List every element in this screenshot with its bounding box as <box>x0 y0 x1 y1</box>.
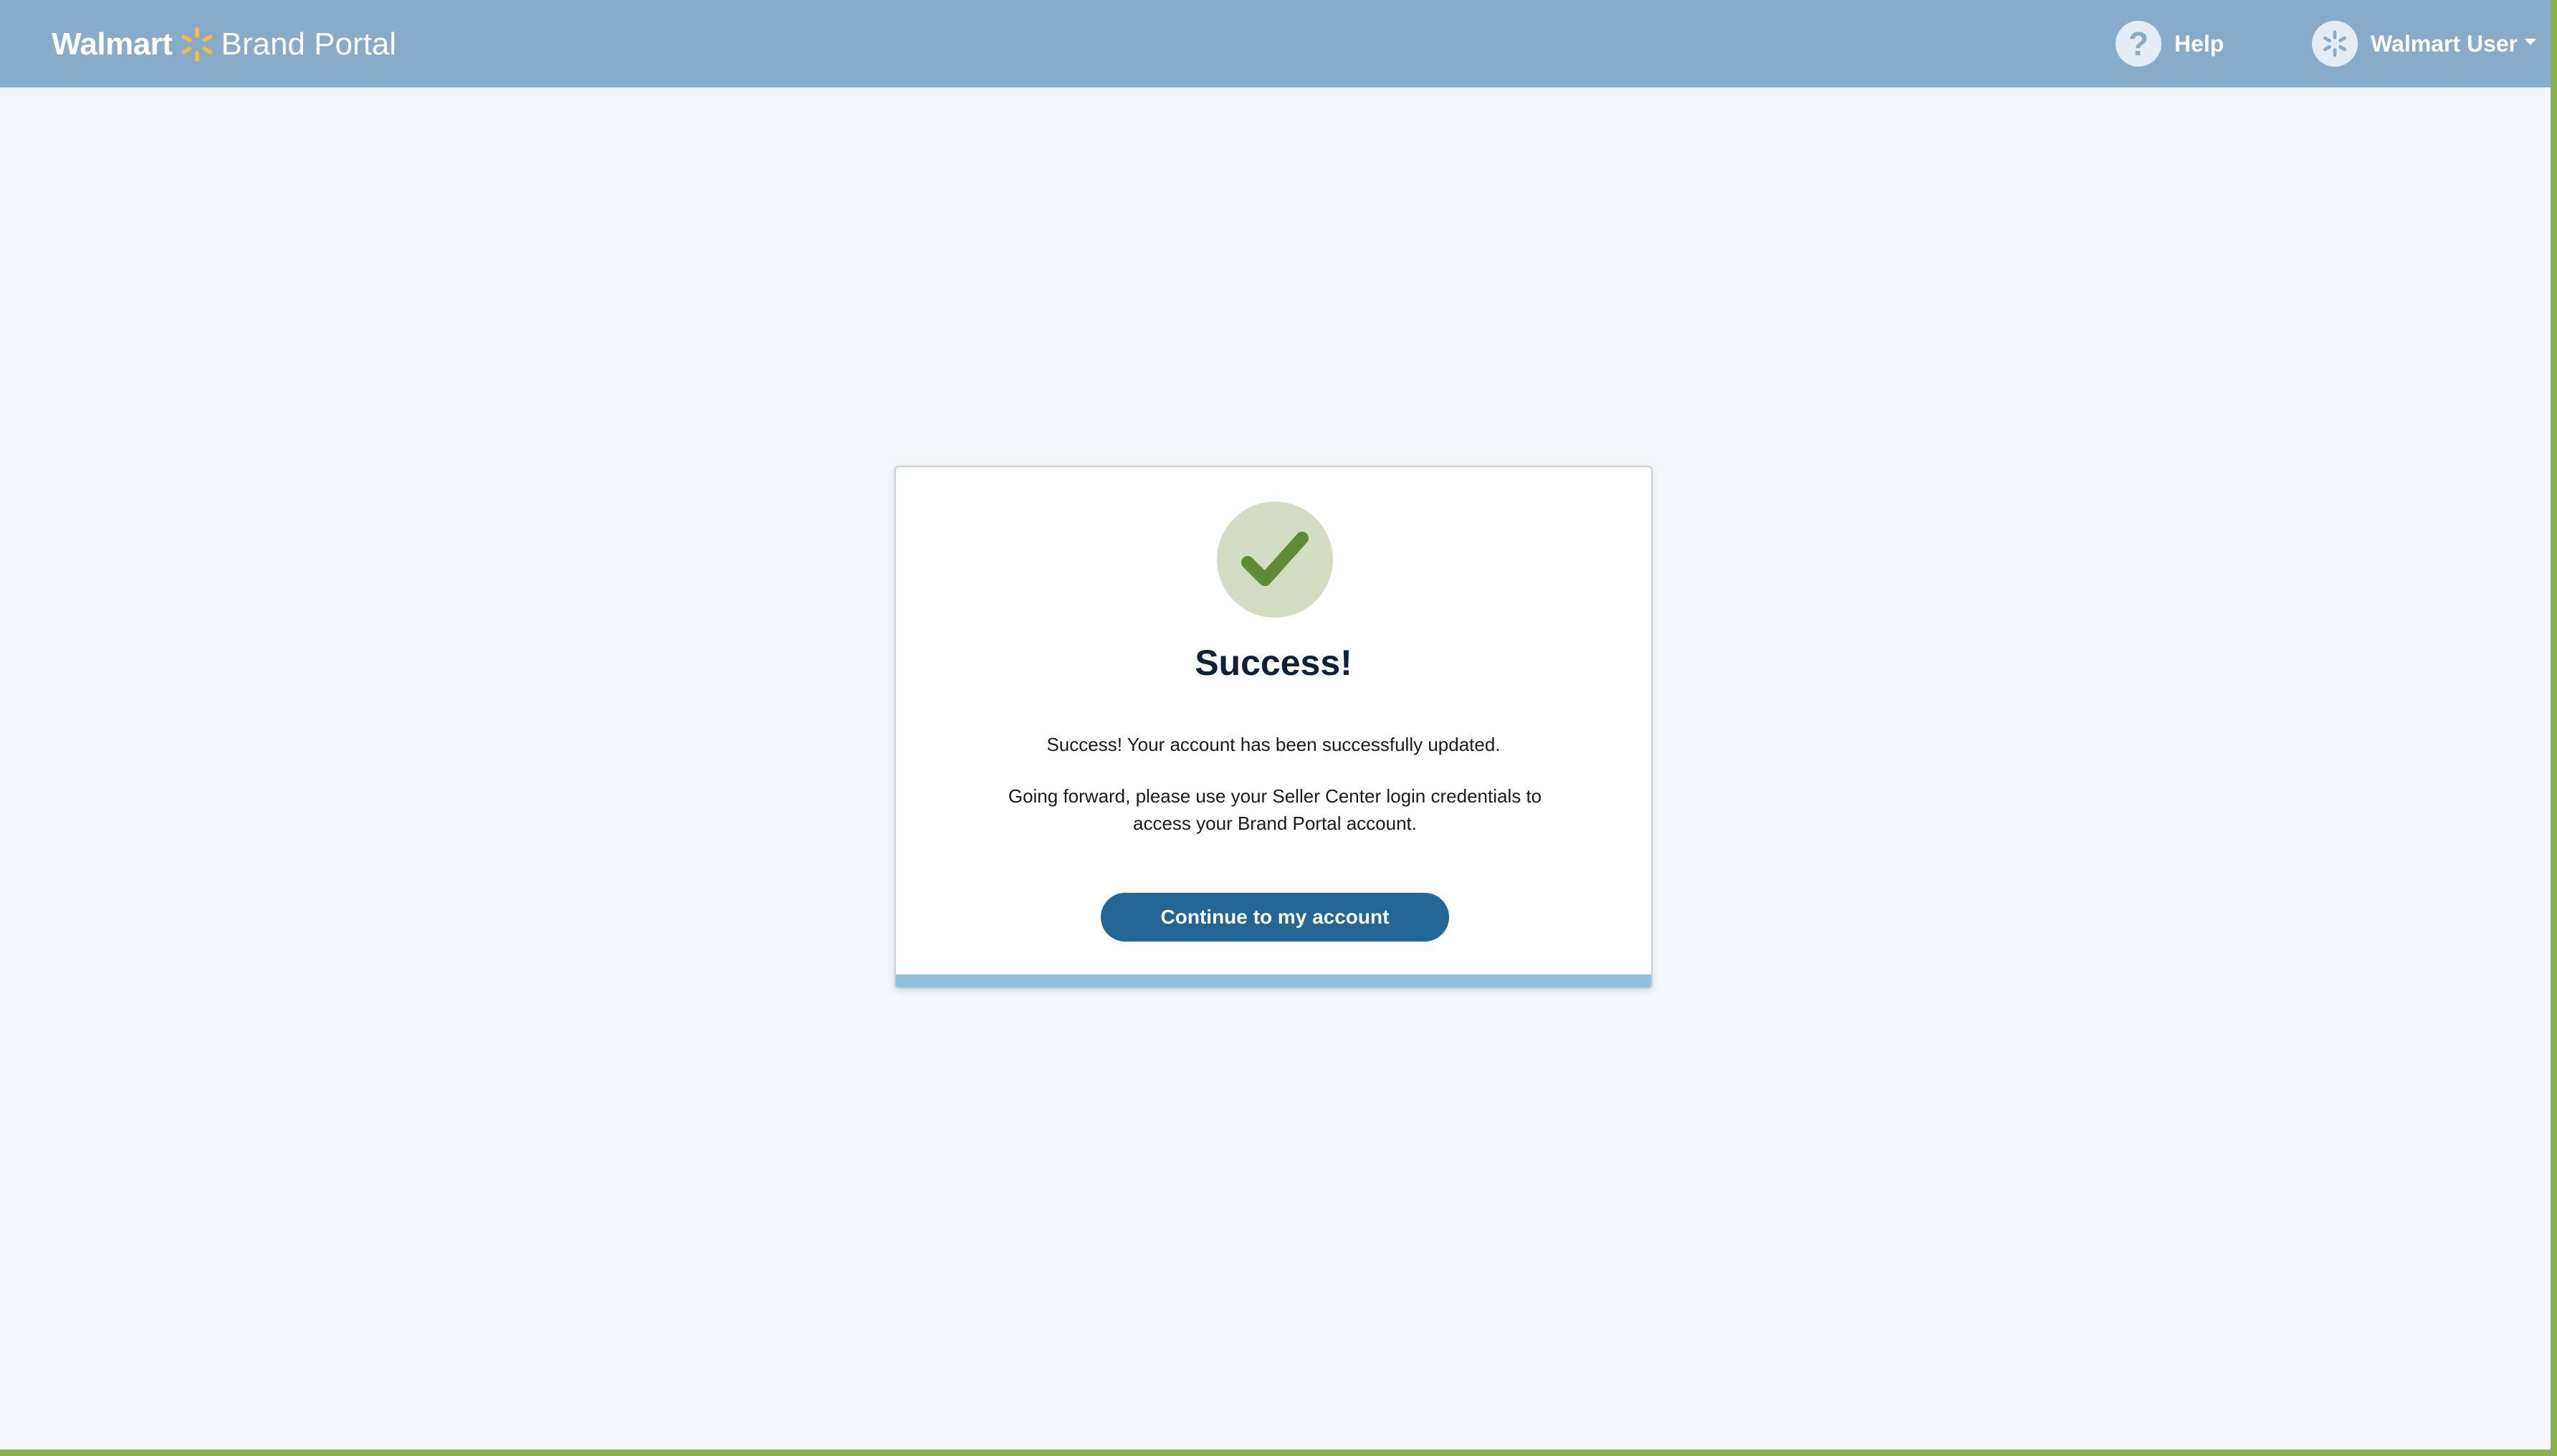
user-name: Walmart User <box>2371 30 2518 57</box>
avatar <box>2312 21 2358 67</box>
brand-product-name: Brand Portal <box>221 27 397 62</box>
user-menu[interactable]: Walmart User <box>2312 20 2537 67</box>
help-link[interactable]: ? Help <box>2116 20 2224 67</box>
question-mark-icon: ? <box>2116 21 2161 67</box>
success-message: Success! Your account has been successfu… <box>1046 734 1501 755</box>
dialog-title: Success! <box>1195 643 1352 683</box>
brand-logo[interactable]: Walmart Brand Portal <box>52 21 396 67</box>
brand-name: Walmart <box>52 27 173 62</box>
help-label: Help <box>2174 30 2224 57</box>
window-frame-bottom <box>0 1450 2557 1456</box>
spark-avatar-icon <box>2323 30 2347 57</box>
dialog-accent-bar <box>896 974 1651 987</box>
top-header: Walmart Brand Portal ? Help Walmart User <box>0 0 2551 87</box>
success-dialog: Success! Success! Your account has been … <box>894 466 1653 989</box>
walmart-spark-icon <box>182 27 213 62</box>
window-frame-right <box>2551 0 2557 1456</box>
instructions-message: Going forward, please use your Seller Ce… <box>1008 785 1542 834</box>
continue-button[interactable]: Continue to my account <box>1101 893 1449 942</box>
caret-down-icon <box>2525 38 2537 45</box>
success-badge <box>1217 502 1333 618</box>
checkmark-icon <box>1241 532 1309 586</box>
